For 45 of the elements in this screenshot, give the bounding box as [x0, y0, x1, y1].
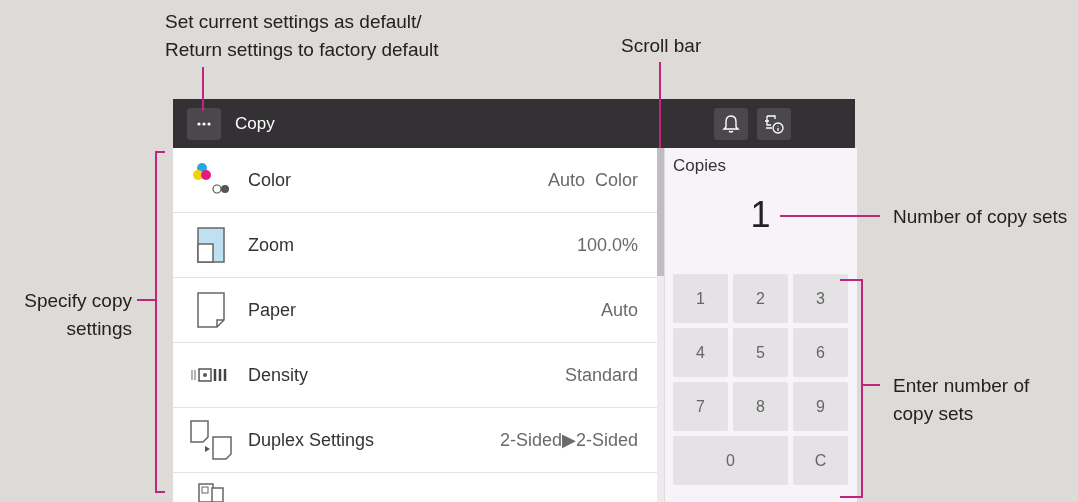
- copies-label: Copies: [673, 156, 726, 176]
- callout-text: Number of copy sets: [893, 205, 1068, 229]
- copies-count: 1: [750, 194, 771, 237]
- setting-value: 100.0%: [576, 234, 638, 256]
- keypad-key[interactable]: 1: [673, 274, 728, 323]
- scroll-bar[interactable]: [657, 148, 664, 502]
- setting-label: Zoom: [248, 234, 294, 256]
- setting-value: Auto Color: [547, 169, 638, 191]
- keypad-key[interactable]: 5: [733, 328, 788, 377]
- callout-text: Set current settings as default/ Return settings to factory default: [165, 10, 439, 62]
- setting-row[interactable]: Color Auto Color: [173, 148, 657, 213]
- device-info-icon: [763, 112, 785, 135]
- keypad-key[interactable]: 7: [673, 382, 728, 431]
- screen-title: Copy: [235, 113, 275, 134]
- setting-label: Density: [248, 364, 309, 386]
- callout-text: Enter number of copy sets: [893, 374, 1030, 426]
- menu-button[interactable]: [187, 107, 221, 140]
- setting-value: 2-Sided▶2-Sided: [499, 429, 638, 451]
- keypad-key[interactable]: 0: [673, 436, 788, 485]
- keypad-key[interactable]: 9: [793, 382, 848, 431]
- keypad-key[interactable]: 6: [793, 328, 848, 377]
- paper-icon: [196, 292, 225, 328]
- more-icon: [197, 121, 211, 126]
- device-info-button[interactable]: [757, 107, 791, 140]
- duplex-icon: [189, 420, 232, 460]
- callout-text: Scroll bar: [621, 34, 702, 58]
- keypad-key[interactable]: 8: [733, 382, 788, 431]
- leader-line: [202, 66, 204, 112]
- setting-row[interactable]: Paper Auto: [173, 278, 657, 343]
- zoom-icon: [196, 227, 225, 263]
- callout-text: Specify copy settings: [24, 289, 132, 341]
- setting-label: Color: [248, 169, 291, 191]
- setting-row[interactable]: Density Standard: [173, 343, 657, 408]
- setting-value: Auto: [600, 299, 638, 321]
- keypad-key[interactable]: 2: [733, 274, 788, 323]
- setting-row[interactable]: Duplex Settings 2-Sided▶2-Sided: [173, 408, 657, 473]
- setting-label: Paper: [248, 299, 297, 321]
- notification-button[interactable]: [714, 107, 748, 140]
- keypad-key[interactable]: 3: [793, 274, 848, 323]
- setting-value: Standard: [564, 364, 638, 386]
- keypad-key[interactable]: C: [793, 436, 848, 485]
- setting-label: Duplex Settings: [248, 429, 375, 451]
- setting-row[interactable]: Zoom 100.0%: [173, 213, 657, 278]
- bell-icon: [722, 113, 740, 134]
- keypad-key[interactable]: 4: [673, 328, 728, 377]
